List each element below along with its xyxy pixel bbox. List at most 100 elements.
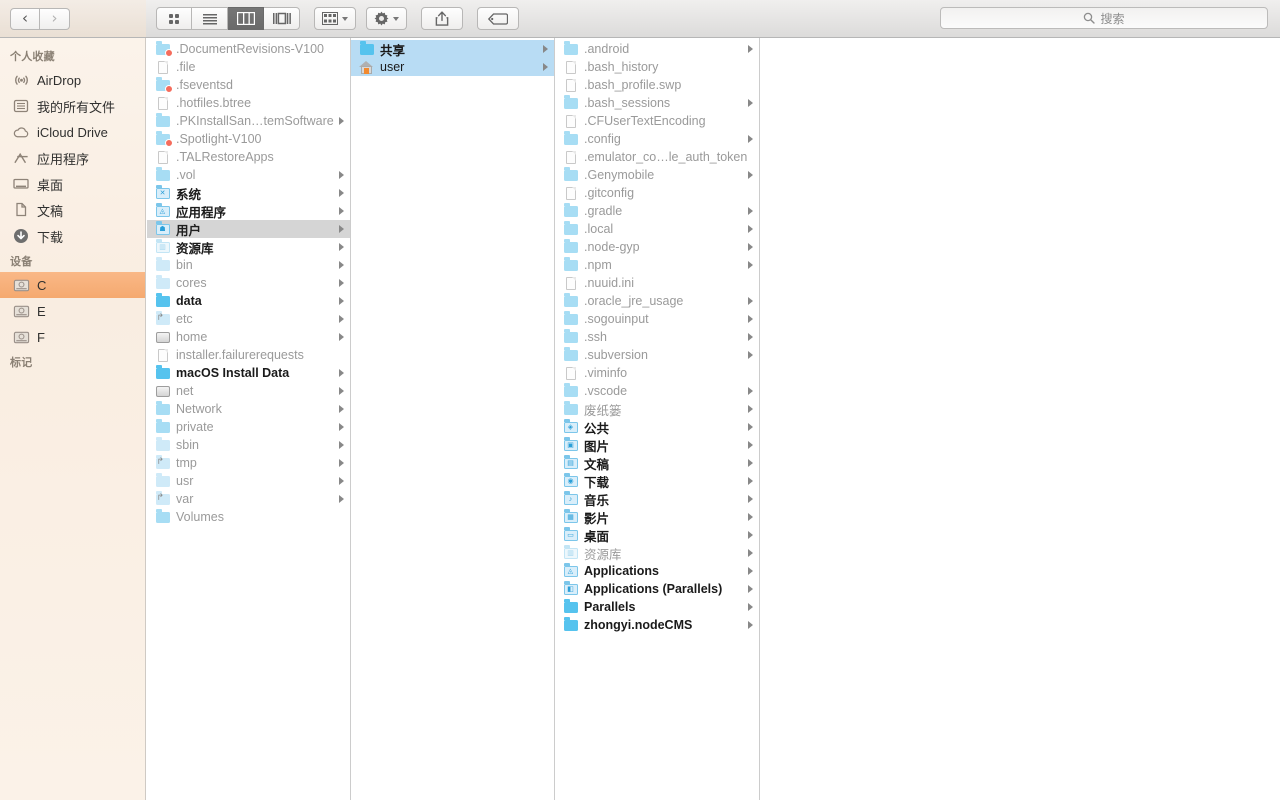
disclosure-arrow-icon[interactable] [748, 333, 753, 341]
sidebar-item-桌面[interactable]: 桌面 [0, 171, 145, 197]
file-row[interactable]: data [147, 292, 350, 310]
file-row[interactable]: .Genymobile [555, 166, 759, 184]
file-row[interactable]: ◬ 应用程序 [147, 202, 350, 220]
disclosure-arrow-icon[interactable] [748, 477, 753, 485]
disclosure-arrow-icon[interactable] [748, 621, 753, 629]
file-row[interactable]: .CFUserTextEncoding [555, 112, 759, 130]
file-row[interactable]: .android [555, 40, 759, 58]
file-row[interactable]: usr [147, 472, 350, 490]
disclosure-arrow-icon[interactable] [748, 423, 753, 431]
sidebar-item-f[interactable]: F [0, 324, 145, 350]
disclosure-arrow-icon[interactable] [543, 45, 548, 53]
disclosure-arrow-icon[interactable] [748, 261, 753, 269]
disclosure-arrow-icon[interactable] [339, 387, 344, 395]
disclosure-arrow-icon[interactable] [748, 45, 753, 53]
disclosure-arrow-icon[interactable] [339, 495, 344, 503]
disclosure-arrow-icon[interactable] [339, 117, 344, 125]
tags-button[interactable] [477, 7, 519, 30]
file-row[interactable]: ◬ Applications [555, 562, 759, 580]
file-row[interactable]: .TALRestoreApps [147, 148, 350, 166]
disclosure-arrow-icon[interactable] [339, 315, 344, 323]
file-column-2[interactable]: 共享 user [351, 38, 555, 800]
file-row[interactable]: installer.failurerequests [147, 346, 350, 364]
disclosure-arrow-icon[interactable] [748, 99, 753, 107]
file-row[interactable]: .bash_sessions [555, 94, 759, 112]
file-row[interactable]: private [147, 418, 350, 436]
file-row[interactable]: .npm [555, 256, 759, 274]
view-list-button[interactable] [192, 7, 228, 30]
view-column-button[interactable] [228, 7, 264, 30]
share-button[interactable] [421, 7, 463, 30]
disclosure-arrow-icon[interactable] [748, 351, 753, 359]
file-row[interactable]: ▦ 影片 [555, 508, 759, 526]
file-row[interactable]: ◧ Applications (Parallels) [555, 580, 759, 598]
file-row[interactable]: macOS Install Data [147, 364, 350, 382]
file-row[interactable]: .viminfo [555, 364, 759, 382]
forward-button[interactable]: › [40, 7, 70, 30]
file-row[interactable]: ▥ 资源库 [555, 544, 759, 562]
view-coverflow-button[interactable] [264, 7, 300, 30]
file-row[interactable]: .PKInstallSan…temSoftware [147, 112, 350, 130]
file-row[interactable]: net [147, 382, 350, 400]
file-row[interactable]: ☗ 用户 [147, 220, 350, 238]
file-row[interactable]: ▤ 文稿 [555, 454, 759, 472]
disclosure-arrow-icon[interactable] [339, 243, 344, 251]
file-row[interactable]: .gradle [555, 202, 759, 220]
disclosure-arrow-icon[interactable] [748, 315, 753, 323]
file-row[interactable]: etc [147, 310, 350, 328]
disclosure-arrow-icon[interactable] [339, 333, 344, 341]
disclosure-arrow-icon[interactable] [748, 513, 753, 521]
disclosure-arrow-icon[interactable] [748, 405, 753, 413]
disclosure-arrow-icon[interactable] [339, 477, 344, 485]
file-row[interactable]: user [351, 58, 554, 76]
disclosure-arrow-icon[interactable] [339, 261, 344, 269]
file-row[interactable]: .node-gyp [555, 238, 759, 256]
disclosure-arrow-icon[interactable] [748, 135, 753, 143]
sidebar-item-应用程序[interactable]: 应用程序 [0, 145, 145, 171]
file-row[interactable]: Parallels [555, 598, 759, 616]
file-row[interactable]: .fseventsd [147, 76, 350, 94]
file-row[interactable]: tmp [147, 454, 350, 472]
file-row[interactable]: ▥ 资源库 [147, 238, 350, 256]
file-row[interactable]: 废纸篓 [555, 400, 759, 418]
disclosure-arrow-icon[interactable] [339, 405, 344, 413]
file-row[interactable]: Volumes [147, 508, 350, 526]
file-row[interactable]: Network [147, 400, 350, 418]
disclosure-arrow-icon[interactable] [339, 189, 344, 197]
disclosure-arrow-icon[interactable] [748, 567, 753, 575]
sidebar-item-文稿[interactable]: 文稿 [0, 197, 145, 223]
file-row[interactable]: .subversion [555, 346, 759, 364]
sidebar-item-icloud-drive[interactable]: iCloud Drive [0, 119, 145, 145]
file-row[interactable]: .oracle_jre_usage [555, 292, 759, 310]
disclosure-arrow-icon[interactable] [748, 225, 753, 233]
file-row[interactable]: ♪ 音乐 [555, 490, 759, 508]
disclosure-arrow-icon[interactable] [748, 297, 753, 305]
disclosure-arrow-icon[interactable] [748, 603, 753, 611]
file-row[interactable]: 共享 [351, 40, 554, 58]
disclosure-arrow-icon[interactable] [339, 423, 344, 431]
disclosure-arrow-icon[interactable] [748, 549, 753, 557]
file-row[interactable]: ◈ 公共 [555, 418, 759, 436]
disclosure-arrow-icon[interactable] [339, 171, 344, 179]
disclosure-arrow-icon[interactable] [339, 279, 344, 287]
file-column-3[interactable]: .android .bash_history .bash_profile.swp .b… [555, 38, 760, 800]
file-row[interactable]: var [147, 490, 350, 508]
disclosure-arrow-icon[interactable] [339, 441, 344, 449]
disclosure-arrow-icon[interactable] [748, 531, 753, 539]
file-row[interactable]: .local [555, 220, 759, 238]
disclosure-arrow-icon[interactable] [748, 459, 753, 467]
file-row[interactable]: .gitconfig [555, 184, 759, 202]
file-row[interactable]: .DocumentRevisions-V100 [147, 40, 350, 58]
file-row[interactable]: .bash_profile.swp [555, 76, 759, 94]
file-row[interactable]: ✕ 系统 [147, 184, 350, 202]
search-field[interactable]: 搜索 [940, 7, 1268, 29]
file-row[interactable]: ◉ 下载 [555, 472, 759, 490]
disclosure-arrow-icon[interactable] [339, 459, 344, 467]
disclosure-arrow-icon[interactable] [748, 585, 753, 593]
disclosure-arrow-icon[interactable] [748, 387, 753, 395]
file-row[interactable]: ▣ 图片 [555, 436, 759, 454]
file-row[interactable]: zhongyi.nodeCMS [555, 616, 759, 634]
disclosure-arrow-icon[interactable] [748, 495, 753, 503]
disclosure-arrow-icon[interactable] [339, 369, 344, 377]
file-row[interactable]: .ssh [555, 328, 759, 346]
